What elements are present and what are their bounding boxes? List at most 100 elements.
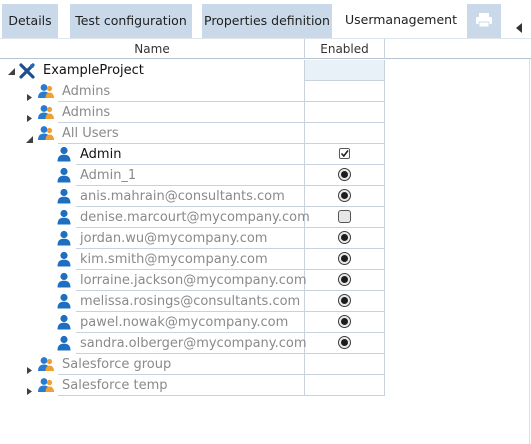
group-name: Admins bbox=[62, 84, 111, 99]
user-name: melissa.rosings@consultants.com bbox=[80, 294, 301, 309]
user-name: denise.marcourt@mycompany.com bbox=[80, 210, 310, 225]
user-name-cell: denise.marcourt@mycompany.com bbox=[76, 207, 310, 228]
enabled-indicator[interactable] bbox=[338, 315, 351, 328]
user-name: kim.smith@mycompany.com bbox=[80, 252, 268, 267]
user-icon bbox=[56, 272, 72, 292]
project-icon bbox=[19, 63, 35, 79]
print-tab-button[interactable] bbox=[467, 4, 501, 38]
tree-row-group[interactable]: All Users bbox=[0, 123, 385, 144]
user-enabled-cell[interactable] bbox=[305, 165, 385, 186]
user-name-cell: Admin bbox=[76, 144, 305, 165]
collapsed-arrow-icon[interactable] bbox=[25, 87, 34, 101]
user-enabled-cell[interactable] bbox=[305, 270, 385, 291]
tab-test-configuration[interactable]: Test configuration bbox=[70, 4, 192, 38]
tree-row-group[interactable]: Admins bbox=[0, 81, 385, 102]
user-name: pawel.nowak@mycompany.com bbox=[80, 315, 289, 330]
collapsed-arrow-icon[interactable] bbox=[25, 360, 34, 374]
user-icon bbox=[56, 335, 72, 355]
user-management-window: Details Test configuration Properties de… bbox=[0, 0, 531, 444]
user-enabled-cell[interactable] bbox=[305, 207, 385, 228]
tab-usermanagement[interactable]: Usermanagement bbox=[341, 2, 461, 38]
user-name-cell: anis.mahrain@consultants.com bbox=[76, 186, 305, 207]
tree-row-user[interactable]: Admin_1 bbox=[0, 165, 385, 186]
enabled-indicator[interactable] bbox=[338, 273, 351, 286]
tree-row-user[interactable]: denise.marcourt@mycompany.com bbox=[0, 207, 385, 228]
enabled-indicator[interactable] bbox=[338, 294, 351, 307]
tree-row-group[interactable]: Salesforce group bbox=[0, 354, 385, 375]
expanded-arrow-icon[interactable] bbox=[7, 67, 16, 76]
group-name: Salesforce group bbox=[62, 357, 172, 372]
user-icon bbox=[56, 209, 72, 229]
user-enabled-cell[interactable] bbox=[305, 186, 385, 207]
user-name-cell: lorraine.jackson@mycompany.com bbox=[76, 270, 307, 291]
tab-properties-definition[interactable]: Properties definition bbox=[202, 4, 332, 38]
user-name-cell: kim.smith@mycompany.com bbox=[76, 249, 305, 270]
collapsed-arrow-icon[interactable] bbox=[25, 381, 34, 395]
user-enabled-cell[interactable] bbox=[305, 312, 385, 333]
user-name-cell: Admin_1 bbox=[76, 165, 305, 186]
user-group-icon bbox=[37, 377, 55, 397]
group-name-cell: All Users bbox=[58, 123, 305, 144]
user-enabled-cell[interactable] bbox=[305, 291, 385, 312]
tab-bar: Details Test configuration Properties de… bbox=[0, 0, 531, 38]
grid-header: Name Enabled bbox=[0, 38, 531, 59]
tree-row-user[interactable]: pawel.nowak@mycompany.com bbox=[0, 312, 385, 333]
user-name-cell: jordan.wu@mycompany.com bbox=[76, 228, 305, 249]
user-icon bbox=[56, 293, 72, 313]
tab-details[interactable]: Details bbox=[2, 4, 58, 38]
tree-row-group[interactable]: Admins bbox=[0, 102, 385, 123]
group-name-cell: Admins bbox=[58, 81, 305, 102]
group-name: Admins bbox=[62, 105, 111, 120]
group-enabled-cell bbox=[305, 123, 385, 144]
user-icon bbox=[56, 167, 72, 187]
enabled-indicator[interactable] bbox=[338, 252, 351, 265]
group-enabled-cell bbox=[305, 81, 385, 102]
group-enabled-cell bbox=[305, 354, 385, 375]
user-name-cell: pawel.nowak@mycompany.com bbox=[76, 312, 305, 333]
user-group-icon bbox=[37, 356, 55, 376]
user-name: jordan.wu@mycompany.com bbox=[80, 231, 268, 246]
enabled-indicator-off[interactable] bbox=[338, 210, 351, 223]
user-enabled-cell[interactable] bbox=[305, 144, 385, 165]
user-name: lorraine.jackson@mycompany.com bbox=[80, 273, 307, 288]
enabled-checkbox[interactable] bbox=[339, 148, 350, 159]
user-enabled-cell[interactable] bbox=[305, 333, 385, 354]
user-tree-grid: Name Enabled ExampleProject Admins Admins… bbox=[0, 38, 531, 444]
group-name-cell: Salesforce temp bbox=[58, 375, 305, 396]
tree-row-group[interactable]: Salesforce temp bbox=[0, 375, 385, 396]
project-name-cell: ExampleProject bbox=[40, 60, 305, 81]
enabled-indicator[interactable] bbox=[338, 231, 351, 244]
column-header-enabled[interactable]: Enabled bbox=[305, 39, 385, 59]
tree-row-user[interactable]: jordan.wu@mycompany.com bbox=[0, 228, 385, 249]
user-name: sandra.olberger@mycompany.com bbox=[80, 336, 307, 351]
chevron-left-icon[interactable] bbox=[514, 22, 524, 34]
user-name-cell: sandra.olberger@mycompany.com bbox=[76, 333, 307, 354]
enabled-indicator[interactable] bbox=[338, 168, 351, 181]
enabled-indicator[interactable] bbox=[338, 336, 351, 349]
user-icon bbox=[56, 146, 72, 166]
tree-row-user[interactable]: Admin bbox=[0, 144, 385, 165]
group-name-cell: Salesforce group bbox=[58, 354, 305, 375]
user-icon bbox=[56, 188, 72, 208]
user-name: anis.mahrain@consultants.com bbox=[80, 189, 285, 204]
project-name: ExampleProject bbox=[43, 63, 144, 78]
expanded-arrow-icon[interactable] bbox=[25, 129, 34, 143]
user-enabled-cell[interactable] bbox=[305, 249, 385, 270]
user-name: Admin bbox=[80, 147, 122, 162]
collapsed-arrow-icon[interactable] bbox=[25, 108, 34, 122]
enabled-indicator[interactable] bbox=[338, 189, 351, 202]
user-enabled-cell[interactable] bbox=[305, 228, 385, 249]
tree-row-user[interactable]: kim.smith@mycompany.com bbox=[0, 249, 385, 270]
project-enabled-cell bbox=[305, 60, 385, 81]
tree-row-user[interactable]: sandra.olberger@mycompany.com bbox=[0, 333, 385, 354]
tree-row-user[interactable]: lorraine.jackson@mycompany.com bbox=[0, 270, 385, 291]
tree-row-user[interactable]: anis.mahrain@consultants.com bbox=[0, 186, 385, 207]
group-name: Salesforce temp bbox=[62, 378, 168, 393]
column-header-name[interactable]: Name bbox=[0, 39, 305, 59]
user-icon bbox=[56, 230, 72, 250]
user-group-icon bbox=[37, 104, 55, 124]
tree-row-project[interactable]: ExampleProject bbox=[0, 60, 385, 81]
user-icon bbox=[56, 251, 72, 271]
printer-icon bbox=[476, 13, 492, 28]
tree-row-user[interactable]: melissa.rosings@consultants.com bbox=[0, 291, 385, 312]
